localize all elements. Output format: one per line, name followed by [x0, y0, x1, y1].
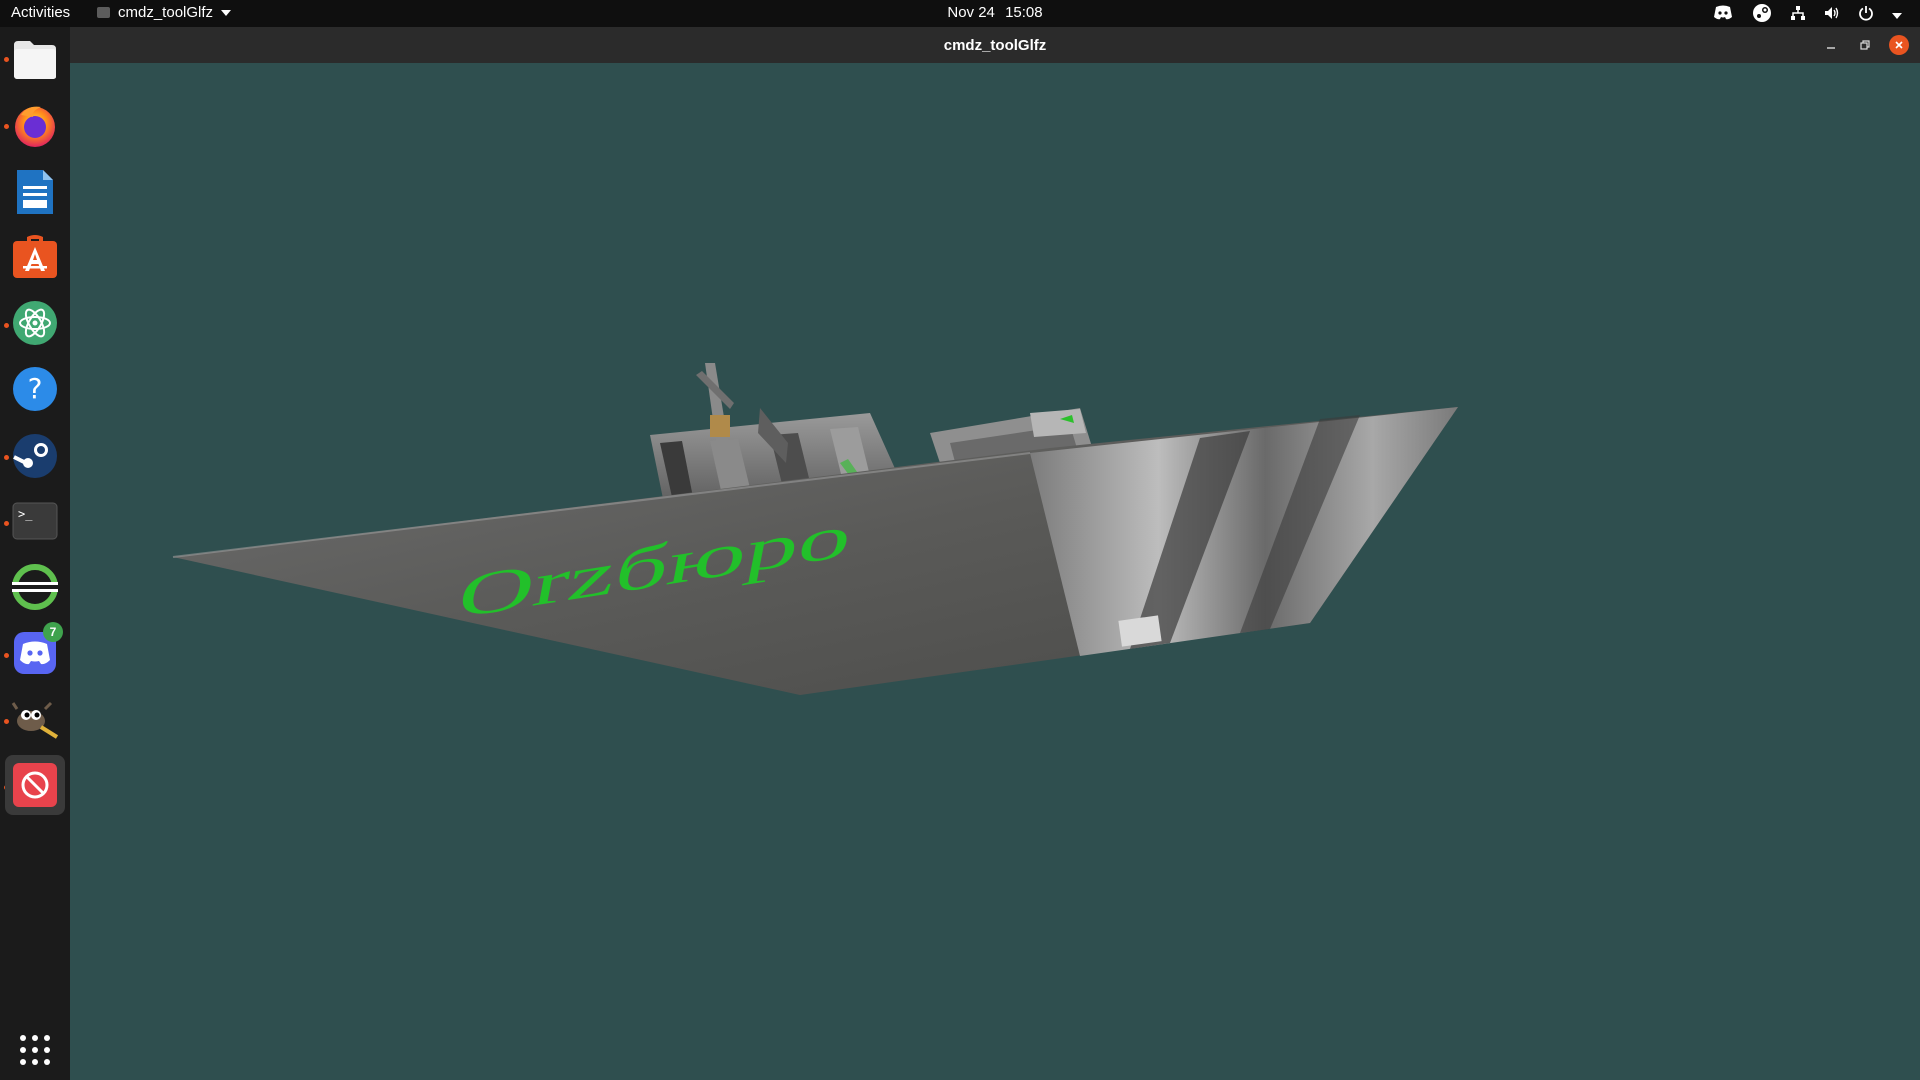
- close-icon: [1895, 41, 1903, 49]
- window-titlebar[interactable]: cmdz_toolGlfz: [70, 27, 1920, 63]
- show-applications-button[interactable]: [10, 1025, 60, 1075]
- gimp-icon: [11, 701, 59, 739]
- clock[interactable]: Nov 24 15:08: [0, 4, 1920, 21]
- notification-badge: 7: [43, 622, 63, 642]
- dock-item-app-circle[interactable]: [10, 562, 60, 612]
- close-button[interactable]: [1889, 35, 1909, 55]
- dock-item-help[interactable]: ?: [10, 364, 60, 414]
- steam-tray-icon[interactable]: [1752, 3, 1772, 27]
- volume-icon[interactable]: [1824, 5, 1840, 25]
- dock-item-files[interactable]: [10, 35, 60, 85]
- network-icon[interactable]: [1790, 5, 1806, 25]
- dock-item-libreoffice-writer[interactable]: [10, 167, 60, 217]
- software-center-icon: [13, 235, 57, 278]
- dock: ? >_ 7: [0, 27, 70, 1080]
- running-indicator: [4, 57, 9, 62]
- render-viewport[interactable]: Orzбюро: [70, 63, 1920, 1080]
- dock-item-terminal[interactable]: >_: [10, 496, 60, 546]
- app-grid-icon: [20, 1035, 50, 1065]
- running-indicator: [4, 653, 9, 658]
- running-indicator: [4, 521, 9, 526]
- top-bar: Activities cmdz_toolGlfz Nov 24 15:08: [0, 0, 1920, 27]
- dock-item-firefox[interactable]: [10, 100, 60, 150]
- blocked-app-icon: [13, 763, 57, 807]
- dock-item-atom[interactable]: [10, 298, 60, 348]
- help-icon: ?: [13, 367, 57, 411]
- clock-time: 15:08: [1005, 4, 1043, 21]
- clock-date: Nov 24: [947, 4, 995, 21]
- running-indicator: [4, 719, 9, 724]
- svg-text:>_: >_: [18, 507, 33, 521]
- circle-app-icon: [10, 562, 60, 612]
- dock-item-gimp[interactable]: [10, 694, 60, 744]
- terminal-icon: >_: [12, 502, 58, 540]
- app-window: cmdz_toolGlfz Orzбюро: [70, 27, 1920, 1080]
- files-icon: [14, 41, 56, 79]
- dock-item-ubuntu-software[interactable]: [10, 232, 60, 282]
- system-tray: [1712, 3, 1902, 27]
- window-title: cmdz_toolGlfz: [943, 37, 1047, 54]
- maximize-button[interactable]: [1855, 35, 1875, 55]
- dock-item-discord[interactable]: 7: [10, 622, 63, 678]
- steam-icon: [13, 434, 57, 478]
- power-icon[interactable]: [1858, 5, 1874, 25]
- minimize-icon: [1827, 47, 1835, 49]
- dock-item-cmdz-toolglfz[interactable]: [5, 755, 65, 815]
- dock-item-steam[interactable]: [10, 431, 60, 481]
- 3d-scene-render[interactable]: Orzбюро: [70, 63, 1920, 1080]
- writer-icon: [17, 170, 53, 214]
- running-indicator: [4, 124, 9, 129]
- restore-icon: [1860, 40, 1870, 50]
- discord-tray-icon[interactable]: [1712, 4, 1734, 26]
- running-indicator: [4, 323, 9, 328]
- minimize-button[interactable]: [1821, 35, 1841, 55]
- system-menu-caret-icon[interactable]: [1892, 7, 1902, 24]
- firefox-icon: [15, 106, 55, 147]
- svg-text:?: ?: [28, 372, 43, 405]
- atom-icon: [13, 301, 57, 345]
- running-indicator: [4, 455, 9, 460]
